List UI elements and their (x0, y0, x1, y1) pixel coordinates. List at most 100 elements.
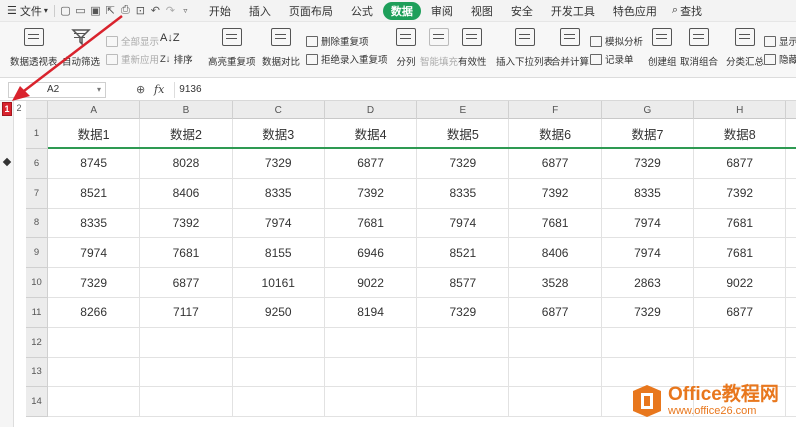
validity-button[interactable]: 有效性 (458, 22, 487, 68)
data-cell[interactable]: 7329 (233, 149, 325, 178)
outline-level-2-button[interactable]: 2 (14, 103, 24, 115)
data-cell[interactable] (325, 327, 418, 357)
data-cell[interactable]: 8406 (509, 238, 602, 268)
data-cell[interactable]: 7681 (140, 238, 233, 268)
pivot-table-button[interactable]: 数据透视表 (10, 22, 58, 68)
data-cell[interactable]: 8335 (417, 178, 510, 208)
row-header-8[interactable]: 8 (26, 208, 48, 239)
data-cell[interactable] (48, 387, 141, 417)
data-cell[interactable]: 8406 (140, 178, 233, 208)
undo-icon[interactable]: ↶ (148, 1, 163, 21)
row-header-9[interactable]: 9 (26, 238, 48, 269)
row-header-14[interactable]: 14 (26, 387, 48, 418)
consolidate-button[interactable]: 合并计算 (551, 22, 589, 68)
data-cell[interactable]: 7974 (417, 208, 510, 238)
tab-1[interactable]: 插入 (241, 2, 279, 20)
data-cell[interactable]: 6877 (509, 149, 602, 178)
data-cell[interactable]: 8577 (417, 268, 510, 297)
create-group-button[interactable]: 创建组 (648, 22, 677, 68)
data-cell[interactable] (140, 387, 233, 417)
column-header-c[interactable]: C (233, 101, 325, 119)
ungroup-button[interactable]: 取消组合 (680, 22, 718, 68)
row-header-13[interactable]: 13 (26, 357, 48, 388)
row-header-12[interactable]: 12 (26, 327, 48, 358)
data-cell[interactable]: 7329 (602, 297, 695, 327)
row-header-7[interactable]: 7 (26, 178, 48, 209)
subtotal-button[interactable]: 分类汇总 (726, 22, 764, 68)
data-cell[interactable]: 7974 (233, 208, 325, 238)
what-if-button[interactable]: 模拟分析 (590, 34, 643, 48)
file-menu[interactable]: ☰ 文件 ▾ (4, 1, 51, 21)
data-cell[interactable] (233, 387, 325, 417)
delete-duplicates-button[interactable]: 删除重复项 (306, 34, 369, 48)
data-cell[interactable]: 8745 (48, 149, 141, 178)
header-cell[interactable]: 数据7 (602, 119, 695, 147)
data-cell[interactable]: 3528 (509, 268, 602, 297)
header-cell[interactable]: 数据1 (48, 119, 141, 147)
data-cell[interactable] (509, 387, 602, 417)
data-cell[interactable]: 8335 (602, 178, 695, 208)
print-icon[interactable]: ⎙ (118, 1, 133, 21)
tab-5[interactable]: 审阅 (423, 2, 461, 20)
show-all-button[interactable]: 全部显示 (106, 34, 159, 48)
tab-6[interactable]: 视图 (463, 2, 501, 20)
data-cell[interactable]: 6877 (325, 149, 418, 178)
split-columns-button[interactable]: 分列 (396, 22, 416, 68)
column-header-a[interactable]: A (48, 101, 141, 119)
data-compare-button[interactable]: 数据对比 (262, 22, 300, 68)
data-cell[interactable]: 6946 (325, 238, 418, 268)
column-header-e[interactable]: E (417, 101, 510, 119)
data-cell[interactable]: 7392 (140, 208, 233, 238)
column-header-h[interactable]: H (694, 101, 787, 119)
new-file-icon[interactable]: ▢ (58, 1, 73, 21)
data-cell[interactable]: 7974 (602, 208, 695, 238)
reject-duplicates-button[interactable]: 拒绝录入重复项 (306, 52, 388, 66)
data-cell[interactable]: 7329 (48, 268, 141, 297)
show-detail-button[interactable]: 显示明 (764, 34, 796, 48)
data-cell[interactable] (140, 357, 233, 387)
search-button[interactable]: ⌕ 查找 (669, 1, 705, 21)
customize-icon[interactable]: ▿ (178, 1, 193, 21)
tab-2[interactable]: 页面布局 (281, 2, 341, 20)
tab-9[interactable]: 特色应用 (605, 2, 665, 20)
reapply-button[interactable]: 重新应用 (106, 52, 159, 66)
data-cell[interactable]: 7681 (325, 208, 418, 238)
header-cell[interactable]: 数据6 (509, 119, 602, 147)
tab-7[interactable]: 安全 (503, 2, 541, 20)
sort-button[interactable]: Z↓ 排序 (160, 52, 193, 67)
data-cell[interactable]: 9022 (325, 268, 418, 297)
header-cell[interactable]: 数据3 (233, 119, 325, 147)
outline-level-1-button[interactable]: 1 (2, 102, 12, 116)
data-cell[interactable] (233, 357, 325, 387)
header-cell[interactable]: 数据2 (140, 119, 233, 147)
open-folder-icon[interactable]: ▭ (73, 1, 88, 21)
data-cell[interactable]: 7681 (509, 208, 602, 238)
row-header-6[interactable]: 6 (26, 149, 48, 179)
data-cell[interactable]: 6877 (509, 297, 602, 327)
data-cell[interactable] (602, 327, 695, 357)
hide-detail-button[interactable]: 隐藏明 (764, 52, 796, 66)
data-cell[interactable] (325, 357, 418, 387)
data-cell[interactable]: 7681 (694, 208, 787, 238)
sort-ascending-button[interactable]: A↓Z (160, 32, 180, 44)
data-cell[interactable]: 6877 (140, 268, 233, 297)
row-header-1[interactable]: 1 (26, 119, 48, 149)
data-cell[interactable]: 8521 (417, 238, 510, 268)
header-cell[interactable]: 数据8 (694, 119, 787, 147)
data-cell[interactable]: 10161 (233, 268, 325, 297)
data-cell[interactable]: 9250 (233, 297, 325, 327)
data-cell[interactable]: 8194 (325, 297, 418, 327)
data-cell[interactable]: 7117 (140, 297, 233, 327)
tab-0[interactable]: 开始 (201, 2, 239, 20)
data-cell[interactable]: 9022 (694, 268, 787, 297)
column-header-d[interactable]: D (325, 101, 418, 119)
data-cell[interactable] (509, 357, 602, 387)
column-header-g[interactable]: G (602, 101, 695, 119)
save-icon[interactable]: ▣ (88, 1, 103, 21)
row-header-11[interactable]: 11 (26, 297, 48, 328)
select-all-corner[interactable] (26, 101, 48, 119)
insert-dropdown-button[interactable]: 插入下拉列表 (496, 22, 553, 68)
data-cell[interactable]: 6877 (694, 297, 787, 327)
header-cell[interactable]: 数据4 (325, 119, 418, 147)
data-cell[interactable]: 7329 (417, 149, 510, 178)
